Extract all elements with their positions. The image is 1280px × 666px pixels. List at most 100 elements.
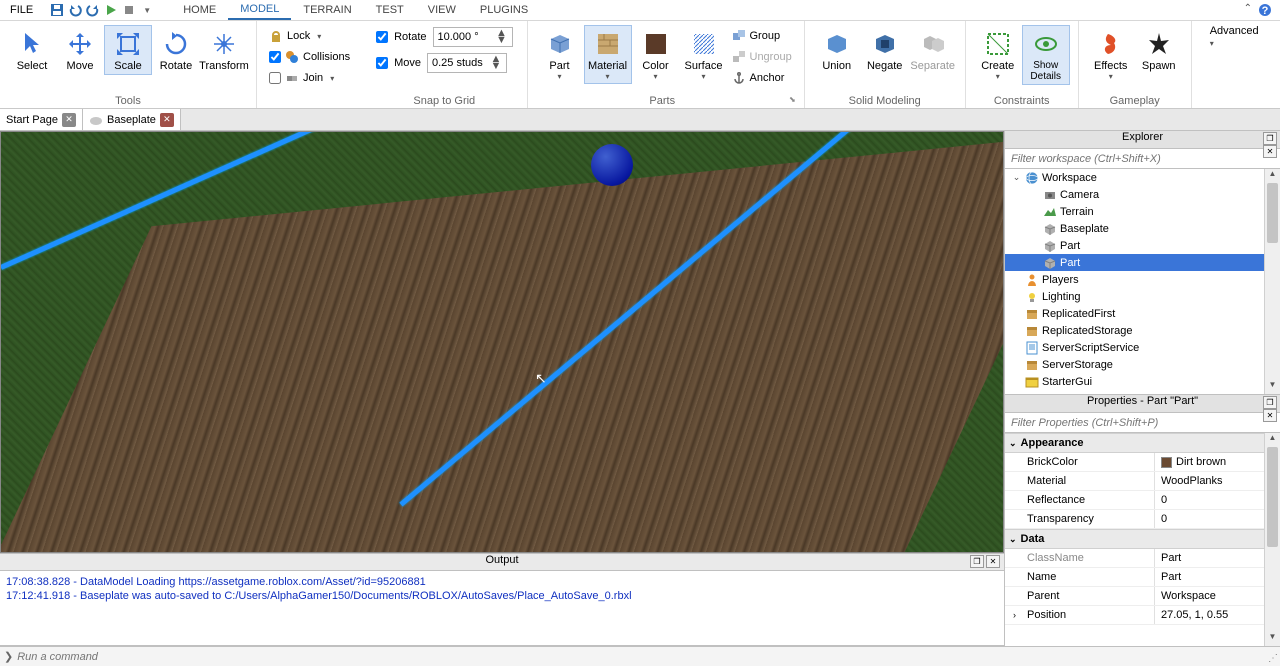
property-category[interactable]: ⌄Appearance: [1005, 433, 1280, 453]
scale-button[interactable]: Scale: [104, 25, 152, 75]
property-category[interactable]: ⌄Data: [1005, 529, 1280, 549]
part-button[interactable]: Part▾: [536, 25, 584, 84]
close-icon[interactable]: ✕: [160, 113, 174, 127]
effects-button[interactable]: Effects▾: [1087, 25, 1135, 84]
surface-button[interactable]: Surface▾: [680, 25, 728, 84]
qat-dropdown-icon[interactable]: ▼: [139, 2, 155, 18]
property-row[interactable]: ›Position27.05, 1, 0.55: [1005, 606, 1280, 625]
property-value[interactable]: Workspace: [1155, 587, 1280, 605]
tree-row[interactable]: ReplicatedStorage: [1005, 322, 1280, 339]
advanced-button[interactable]: Advanced ▾: [1210, 25, 1262, 49]
create-constraint-button[interactable]: Create▾: [974, 25, 1022, 84]
tree-row[interactable]: Players: [1005, 271, 1280, 288]
move-button[interactable]: Move: [56, 25, 104, 75]
show-details-button[interactable]: Show Details: [1022, 25, 1070, 85]
tab-plugins[interactable]: PLUGINS: [468, 0, 540, 20]
color-button[interactable]: Color▾: [632, 25, 680, 84]
tree-row[interactable]: StarterGui: [1005, 373, 1280, 390]
anchor-button[interactable]: Anchor: [732, 69, 792, 87]
properties-body[interactable]: ⌄AppearanceBrickColorDirt brownMaterialW…: [1005, 433, 1280, 646]
expand-icon[interactable]: ⌄: [1011, 172, 1022, 183]
close-icon[interactable]: ✕: [986, 555, 1000, 568]
snap-rotate-checkbox[interactable]: [376, 31, 388, 43]
property-row[interactable]: ClassNamePart: [1005, 549, 1280, 568]
play-icon[interactable]: [103, 2, 119, 18]
property-row[interactable]: NamePart: [1005, 568, 1280, 587]
help-icon[interactable]: ?: [1258, 3, 1272, 17]
doctab-baseplate[interactable]: Baseplate✕: [83, 109, 181, 130]
close-icon[interactable]: ✕: [1263, 409, 1277, 422]
property-value[interactable]: Part: [1155, 549, 1280, 567]
scrollbar-thumb[interactable]: [1267, 447, 1278, 547]
save-icon[interactable]: [49, 2, 65, 18]
collisions-checkbox[interactable]: [269, 51, 281, 63]
tree-row[interactable]: Part: [1005, 237, 1280, 254]
select-button[interactable]: Select: [8, 25, 56, 75]
snap-rotate-input[interactable]: 10.000 °▲▼: [433, 27, 513, 47]
tree-row[interactable]: ⌄Workspace: [1005, 169, 1280, 186]
rotate-button[interactable]: Rotate: [152, 25, 200, 75]
separate-button[interactable]: Separate: [909, 25, 957, 75]
restore-icon[interactable]: ❐: [1263, 132, 1277, 145]
spinner-icon[interactable]: ▲▼: [490, 56, 502, 70]
tree-row[interactable]: ServerStorage: [1005, 356, 1280, 373]
property-value[interactable]: WoodPlanks: [1155, 472, 1280, 490]
collisions-button[interactable]: Collisions: [269, 48, 350, 66]
property-row[interactable]: Reflectance0: [1005, 491, 1280, 510]
join-checkbox[interactable]: [269, 72, 281, 84]
redo-icon[interactable]: [85, 2, 101, 18]
tree-row[interactable]: Baseplate: [1005, 220, 1280, 237]
scrollbar[interactable]: ▲▼: [1264, 169, 1280, 394]
property-row[interactable]: BrickColorDirt brown: [1005, 453, 1280, 472]
tree-row[interactable]: Lighting: [1005, 288, 1280, 305]
spinner-icon[interactable]: ▲▼: [496, 30, 508, 44]
output-body[interactable]: 17:08:38.828 - DataModel Loading https:/…: [0, 571, 1004, 646]
property-value[interactable]: 27.05, 1, 0.55: [1155, 606, 1280, 624]
scrollbar-thumb[interactable]: [1267, 183, 1278, 243]
material-button[interactable]: Material▾: [584, 25, 632, 84]
lock-button[interactable]: Lock▾: [269, 27, 350, 45]
property-row[interactable]: ParentWorkspace: [1005, 587, 1280, 606]
tab-model[interactable]: MODEL: [228, 0, 291, 20]
group-button[interactable]: Group: [732, 27, 792, 45]
spawn-button[interactable]: Spawn: [1135, 25, 1183, 75]
tree-row[interactable]: Part: [1005, 254, 1280, 271]
scrollbar[interactable]: ▲▼: [1264, 433, 1280, 646]
tree-row[interactable]: ServerScriptService: [1005, 339, 1280, 356]
restore-icon[interactable]: ❐: [1263, 396, 1277, 409]
undo-icon[interactable]: [67, 2, 83, 18]
transform-button[interactable]: Transform: [200, 25, 248, 75]
properties-filter-input[interactable]: [1005, 413, 1280, 432]
property-row[interactable]: Transparency0: [1005, 510, 1280, 529]
snap-move-checkbox[interactable]: [376, 57, 388, 69]
resize-grip-icon[interactable]: ⋰: [1268, 653, 1278, 664]
explorer-tree[interactable]: ⌄WorkspaceCameraTerrainBaseplatePartPart…: [1005, 169, 1280, 395]
close-icon[interactable]: ✕: [62, 113, 76, 127]
snap-move-input[interactable]: 0.25 studs▲▼: [427, 53, 507, 73]
close-icon[interactable]: ✕: [1263, 145, 1277, 158]
property-value[interactable]: Part: [1155, 568, 1280, 586]
tab-home[interactable]: HOME: [171, 0, 228, 20]
tab-view[interactable]: VIEW: [416, 0, 468, 20]
explorer-filter-input[interactable]: [1005, 149, 1280, 168]
restore-icon[interactable]: ❐: [970, 555, 984, 568]
viewport-3d[interactable]: ↖: [0, 131, 1004, 553]
property-value[interactable]: 0: [1155, 491, 1280, 509]
stop-icon[interactable]: [121, 2, 137, 18]
union-button[interactable]: Union: [813, 25, 861, 75]
tab-test[interactable]: TEST: [364, 0, 416, 20]
collapse-ribbon-icon[interactable]: ⌃: [1244, 3, 1252, 17]
tree-row[interactable]: ReplicatedFirst: [1005, 305, 1280, 322]
doctab-startpage[interactable]: Start Page✕: [0, 109, 83, 130]
join-button[interactable]: Join▾: [269, 69, 350, 87]
negate-button[interactable]: Negate: [861, 25, 909, 75]
tree-row[interactable]: Terrain: [1005, 203, 1280, 220]
property-value[interactable]: Dirt brown: [1155, 453, 1280, 471]
tree-row[interactable]: Camera: [1005, 186, 1280, 203]
command-input[interactable]: [17, 651, 1276, 663]
property-value[interactable]: 0: [1155, 510, 1280, 528]
tab-terrain[interactable]: TERRAIN: [291, 0, 363, 20]
ungroup-button[interactable]: Ungroup: [732, 48, 792, 66]
property-row[interactable]: MaterialWoodPlanks: [1005, 472, 1280, 491]
file-menu[interactable]: FILE: [0, 0, 43, 20]
